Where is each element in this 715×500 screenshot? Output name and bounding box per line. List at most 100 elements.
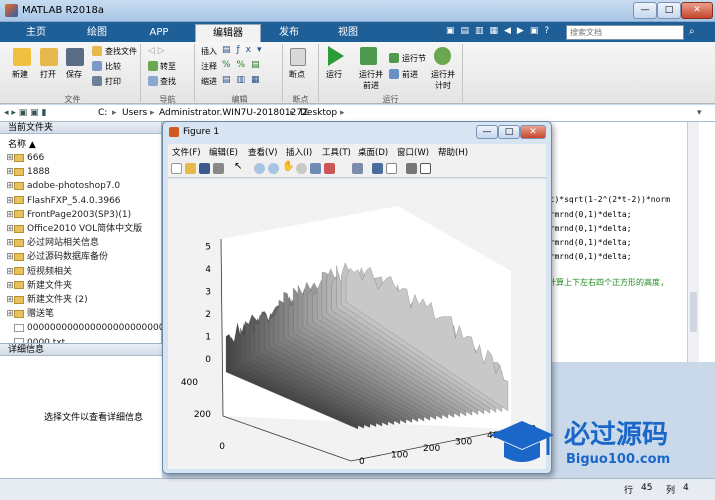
figure-close-button[interactable]: ✕ — [520, 125, 546, 139]
run-advance-button[interactable]: 运行并前进 — [356, 69, 386, 91]
expand-icon[interactable]: ⊞ — [6, 180, 14, 193]
file-list-item[interactable]: ⊞ 短视频相关 — [0, 266, 162, 279]
figure-maximize-button[interactable]: □ — [498, 125, 520, 139]
path-segment[interactable]: Users — [122, 108, 147, 118]
code-editor[interactable]: h*t)*sqrt(1-2^(2*t-2))*norm normrnd(0,1)… — [540, 122, 715, 362]
brush-icon[interactable] — [324, 163, 335, 174]
file-list-item[interactable]: ⊞ 必过网站相关信息 — [0, 237, 162, 250]
file-list-item[interactable]: ⊞ 666 — [0, 152, 162, 165]
close-button[interactable]: ✕ — [681, 2, 713, 19]
quick-access-toolbar[interactable]: ▣▤▥▦◀▶▣? — [446, 26, 556, 38]
goto-button[interactable]: 转至 — [160, 61, 176, 72]
insert-button[interactable]: 插入 — [201, 46, 217, 57]
figure-minimize-button[interactable]: — — [476, 125, 498, 139]
file-list-item[interactable]: ⊞ FrontPage2003(SP3)(1) — [0, 209, 162, 222]
expand-icon[interactable]: ⊞ — [6, 195, 14, 208]
comment-button[interactable]: 注释 — [201, 61, 217, 72]
expand-icon[interactable]: ⊞ — [6, 223, 14, 236]
path-segment[interactable]: Desktop — [300, 108, 337, 118]
tab-publish[interactable]: 发布 — [261, 24, 317, 42]
hide-tools-icon[interactable] — [406, 163, 417, 174]
print-icon[interactable] — [213, 163, 224, 174]
open-button[interactable]: 打开 — [40, 69, 56, 80]
pan-icon[interactable]: ✋ — [282, 161, 294, 172]
run-button[interactable]: 运行 — [326, 69, 342, 80]
print-button[interactable]: 打印 — [105, 76, 121, 87]
panel-header: 当前文件夹 — [0, 122, 161, 134]
back-forward-icon[interactable]: ◁ ▷ — [148, 46, 165, 56]
tab-home[interactable]: 主页 — [6, 24, 66, 42]
file-list-item[interactable]: ⊞ 新建文件夹 (2) — [0, 294, 162, 307]
path-segment[interactable]: C: — [98, 108, 107, 118]
expand-icon[interactable]: ⊞ — [6, 209, 14, 222]
expand-icon[interactable]: ⊞ — [6, 237, 14, 250]
dropdown-icon[interactable]: ▾ — [697, 108, 702, 118]
maximize-button[interactable]: □ — [657, 2, 681, 19]
save-button[interactable]: 保存 — [66, 69, 82, 80]
x-tick-label: 300 — [455, 438, 472, 448]
tab-editor[interactable]: 编辑器 — [195, 24, 261, 42]
insert-tools-icon[interactable]: ▤ƒx▾ — [222, 45, 268, 55]
tab-plots[interactable]: 绘图 — [66, 24, 128, 42]
colorbar-icon[interactable] — [372, 163, 383, 174]
file-list-item[interactable]: ⊞ 赠送笔 — [0, 308, 162, 321]
data-cursor-icon[interactable] — [310, 163, 321, 174]
indent-tools-icon[interactable]: ▤▥▦ — [222, 75, 266, 85]
pointer-icon[interactable]: ↖ — [234, 161, 245, 172]
group-run-label: 运行 — [382, 95, 399, 104]
tab-apps[interactable]: APP — [128, 24, 190, 42]
expand-icon[interactable]: ⊞ — [6, 266, 14, 279]
run-time-button[interactable]: 运行并计时 — [429, 69, 457, 91]
expand-icon[interactable]: ⊞ — [6, 308, 14, 321]
link-plot-icon[interactable] — [352, 163, 363, 174]
tab-view[interactable]: 视图 — [320, 24, 376, 42]
legend-icon[interactable] — [386, 163, 397, 174]
minimize-button[interactable]: — — [633, 2, 657, 19]
comment-tools-icon[interactable]: %%▤ — [222, 60, 266, 70]
breakpoints-button[interactable]: 断点 — [289, 69, 305, 80]
panel-header: 详细信息 — [0, 344, 162, 356]
nav-arrows-icon[interactable]: ◂ ▸ ▣ ▣ ▮ — [4, 108, 46, 118]
menu-tools[interactable]: 工具(T) — [322, 146, 351, 158]
menu-file[interactable]: 文件(F) — [172, 146, 201, 158]
compare-button[interactable]: 比较 — [105, 61, 121, 72]
file-list-item[interactable]: ⊞ Office2010 VOL简体中文版 — [0, 223, 162, 236]
menu-help[interactable]: 帮助(H) — [438, 146, 468, 158]
rotate-icon[interactable] — [296, 163, 307, 174]
editor-scrollbar[interactable] — [687, 122, 699, 362]
menu-view[interactable]: 查看(V) — [248, 146, 277, 158]
name-column-header[interactable]: 名称 ▲ — [8, 137, 36, 150]
address-bar[interactable]: ◂ ▸ ▣ ▣ ▮ C: ▸ Users ▸ Administrator.WIN… — [0, 105, 715, 122]
show-tools-icon[interactable] — [420, 163, 431, 174]
file-list-item[interactable]: ⊞ 新建文件夹 — [0, 280, 162, 293]
new-figure-icon[interactable] — [171, 163, 182, 174]
file-list-item[interactable]: ⊞ 必过源码数据库备份 — [0, 251, 162, 264]
z-tick-label: 2 — [205, 310, 211, 320]
find-files-button[interactable]: 查找文件 — [105, 46, 137, 57]
expand-icon[interactable]: ⊞ — [6, 280, 14, 293]
file-list-item[interactable]: ⊞ 1888 — [0, 166, 162, 179]
indent-button[interactable]: 缩进 — [201, 76, 217, 87]
menu-insert[interactable]: 插入(I) — [286, 146, 312, 158]
zoom-out-icon[interactable] — [268, 163, 279, 174]
menu-edit[interactable]: 编辑(E) — [209, 146, 238, 158]
expand-icon[interactable]: ⊞ — [6, 166, 14, 179]
zoom-in-icon[interactable] — [254, 163, 265, 174]
new-button[interactable]: 新建 — [12, 69, 28, 80]
menu-window[interactable]: 窗口(W) — [397, 146, 429, 158]
expand-icon[interactable]: ⊞ — [6, 294, 14, 307]
file-list-item[interactable]: 000000000000000000000000... — [0, 322, 173, 335]
menu-desktop[interactable]: 桌面(D) — [358, 146, 388, 158]
file-list-item[interactable]: ⊞ adobe-photoshop7.0 — [0, 180, 162, 193]
expand-icon[interactable]: ⊞ — [6, 251, 14, 264]
path-segment[interactable]: Administrator.WIN7U-20180127Z — [159, 108, 308, 118]
search-documentation-input[interactable]: 搜索文档 — [566, 25, 684, 40]
advance-button[interactable]: 前进 — [402, 69, 418, 80]
open-icon[interactable] — [185, 163, 196, 174]
save-icon[interactable] — [199, 163, 210, 174]
search-icon[interactable]: ⌕ — [689, 26, 695, 37]
find-button[interactable]: 查找 — [160, 76, 176, 87]
run-section-button[interactable]: 运行节 — [402, 53, 426, 64]
file-list-item[interactable]: ⊞ FlashFXP_5.4.0.3966 — [0, 195, 162, 208]
expand-icon[interactable]: ⊞ — [6, 152, 14, 165]
